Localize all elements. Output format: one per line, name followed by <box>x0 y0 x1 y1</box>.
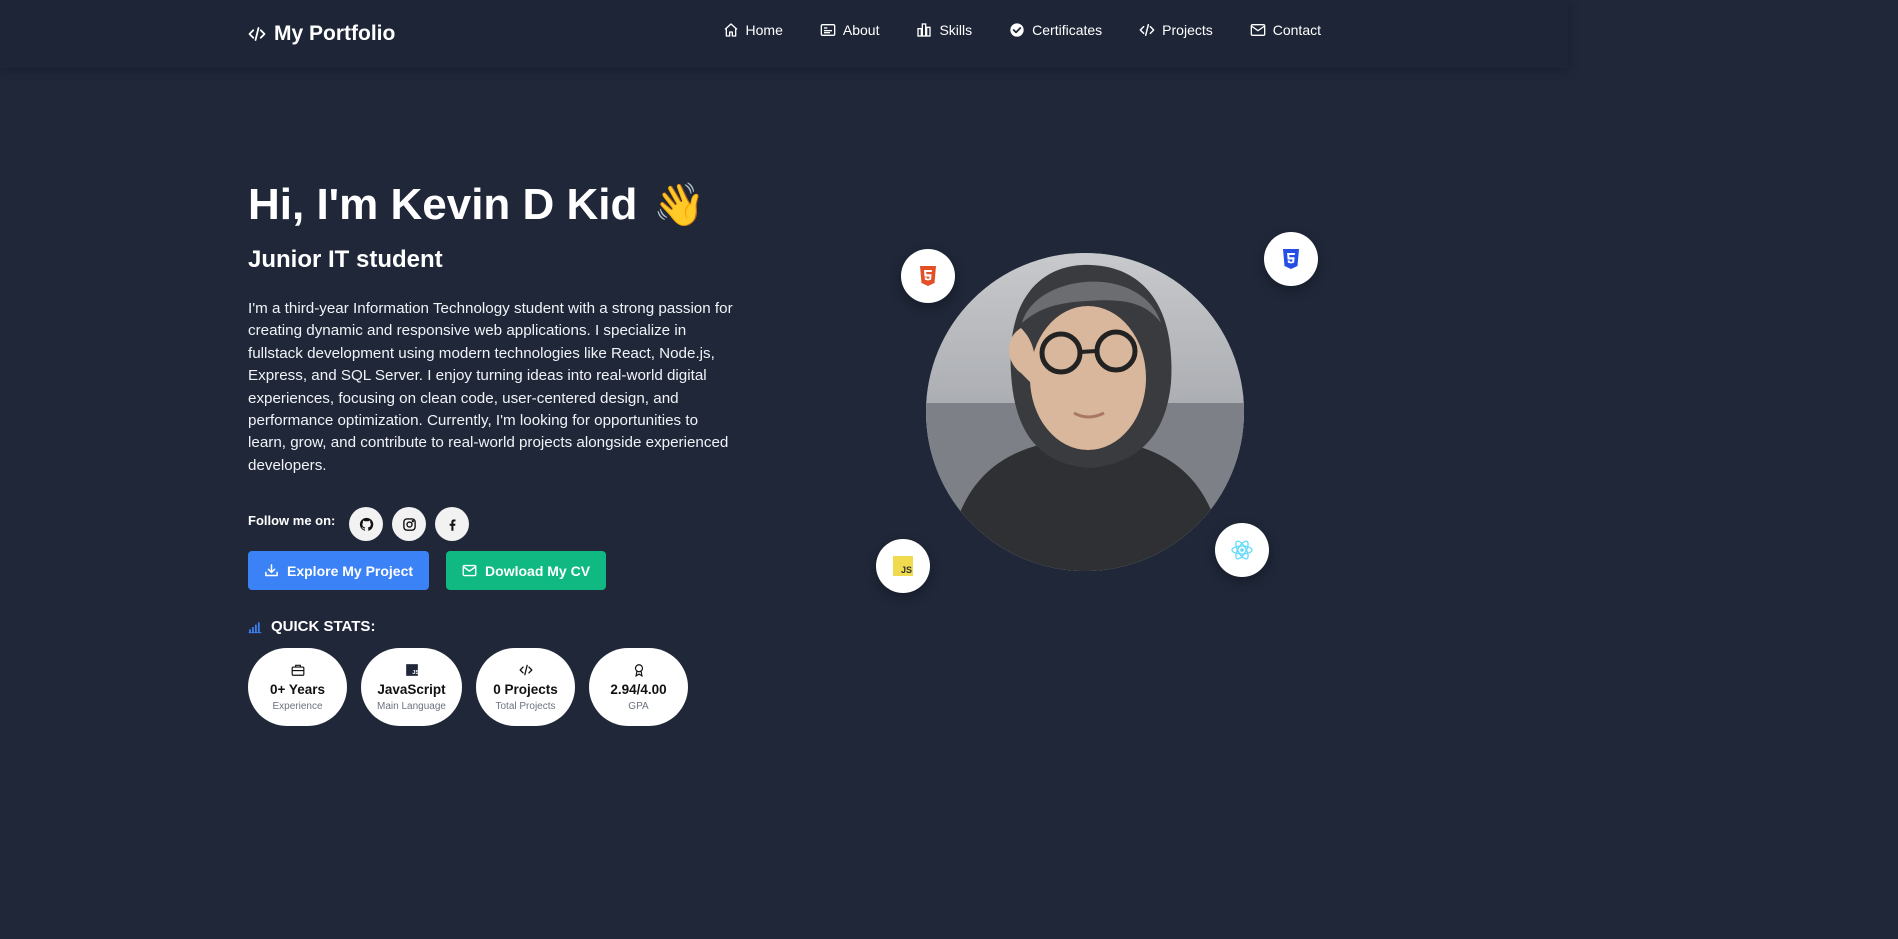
nav-item-label: Skills <box>939 22 973 38</box>
nav-item-contact[interactable]: Contact <box>1250 22 1321 38</box>
html5-badge <box>901 249 955 303</box>
facebook-link[interactable] <box>435 507 470 542</box>
mail-icon <box>1250 24 1266 36</box>
stat-total-projects: 0 Projects Total Projects <box>476 648 575 727</box>
stat-label: Main Language <box>377 700 446 712</box>
nav-item-certificates[interactable]: Certificates <box>1009 22 1102 38</box>
download-cv-label: Dowload My CV <box>485 562 591 579</box>
check-badge-icon <box>1010 23 1024 37</box>
explore-project-button[interactable]: Explore My Project <box>248 551 430 591</box>
hero-intro: Hi, I'm Kevin D Kid 👋 Junior IT student … <box>248 178 748 727</box>
html5-icon <box>920 266 936 286</box>
javascript-badge: JS <box>876 539 930 593</box>
hero-role: Junior IT student <box>248 246 443 273</box>
nav-item-label: Contact <box>1272 22 1321 38</box>
js-icon: JS <box>405 663 419 676</box>
code-icon <box>1139 23 1155 37</box>
css3-icon <box>1283 249 1299 269</box>
social-links: Follow me on: <box>248 507 748 542</box>
github-icon <box>359 517 374 531</box>
award-icon <box>634 663 643 677</box>
waving-hand-icon: 👋 <box>653 181 706 228</box>
nav-item-label: About <box>842 22 880 38</box>
id-card-icon <box>820 24 836 36</box>
quick-stats-label: QUICK STATS: <box>271 618 376 636</box>
quick-stats: 0+ Years Experience JS JavaScript Main L… <box>248 648 748 727</box>
nav-item-home[interactable]: Home <box>723 22 783 38</box>
stat-experience: 0+ Years Experience <box>248 648 347 727</box>
nav-item-projects[interactable]: Projects <box>1139 22 1213 38</box>
hero-bio: I'm a third-year Information Technology … <box>248 300 733 474</box>
brand-title: My Portfolio <box>274 22 396 45</box>
download-cv-button[interactable]: Dowload My CV <box>446 551 607 591</box>
download-icon <box>265 564 278 577</box>
profile-photo <box>926 253 1244 571</box>
nav-item-label: Certificates <box>1032 22 1103 38</box>
code-icon <box>248 27 266 41</box>
quick-stats-title: QUICK STATS: <box>248 618 748 635</box>
stat-value: 0 Projects <box>493 681 558 697</box>
greeting-text: Hi, I'm Kevin D Kid <box>248 180 638 229</box>
facebook-icon <box>449 519 456 531</box>
stat-value: 0+ Years <box>270 681 325 697</box>
svg-text:JS: JS <box>412 670 419 676</box>
stat-label: Total Projects <box>495 700 556 712</box>
nav-item-about[interactable]: About <box>820 22 880 38</box>
hero-heading: Hi, I'm Kevin D Kid 👋 <box>248 178 748 232</box>
signal-bars-icon <box>248 622 262 633</box>
nav-item-label: Projects <box>1162 22 1213 38</box>
nav-links: Home About Skills Certificates Projects … <box>723 22 1321 38</box>
js-icon: JS <box>893 556 913 576</box>
svg-text:JS: JS <box>901 565 912 575</box>
stat-gpa: 2.94/4.00 GPA <box>589 648 688 727</box>
stat-value: JavaScript <box>377 681 446 697</box>
instagram-icon <box>403 517 416 531</box>
briefcase-icon <box>291 664 304 676</box>
explore-project-label: Explore My Project <box>287 562 414 579</box>
profile-portrait-image <box>926 253 1244 571</box>
stat-main-language: JS JavaScript Main Language <box>361 648 462 727</box>
follow-label: Follow me on: <box>248 512 336 528</box>
stat-value: 2.94/4.00 <box>610 681 667 697</box>
nav-item-label: Home <box>745 22 783 38</box>
instagram-link[interactable] <box>392 507 427 542</box>
brand-logo[interactable]: My Portfolio <box>248 20 395 48</box>
stat-label: Experience <box>272 700 323 712</box>
chart-icon <box>917 23 932 37</box>
code-icon <box>519 664 532 676</box>
nav-item-skills[interactable]: Skills <box>916 22 972 38</box>
home-icon <box>724 23 737 37</box>
css3-badge <box>1264 232 1318 286</box>
hero-actions: Explore My Project Dowload My CV <box>248 551 748 591</box>
react-badge <box>1215 523 1269 577</box>
github-link[interactable] <box>349 507 384 542</box>
react-icon <box>1231 540 1253 560</box>
navbar: My Portfolio Home About Skills Certifica… <box>0 0 1568 68</box>
mail-icon <box>462 565 477 577</box>
stat-label: GPA <box>628 700 649 712</box>
